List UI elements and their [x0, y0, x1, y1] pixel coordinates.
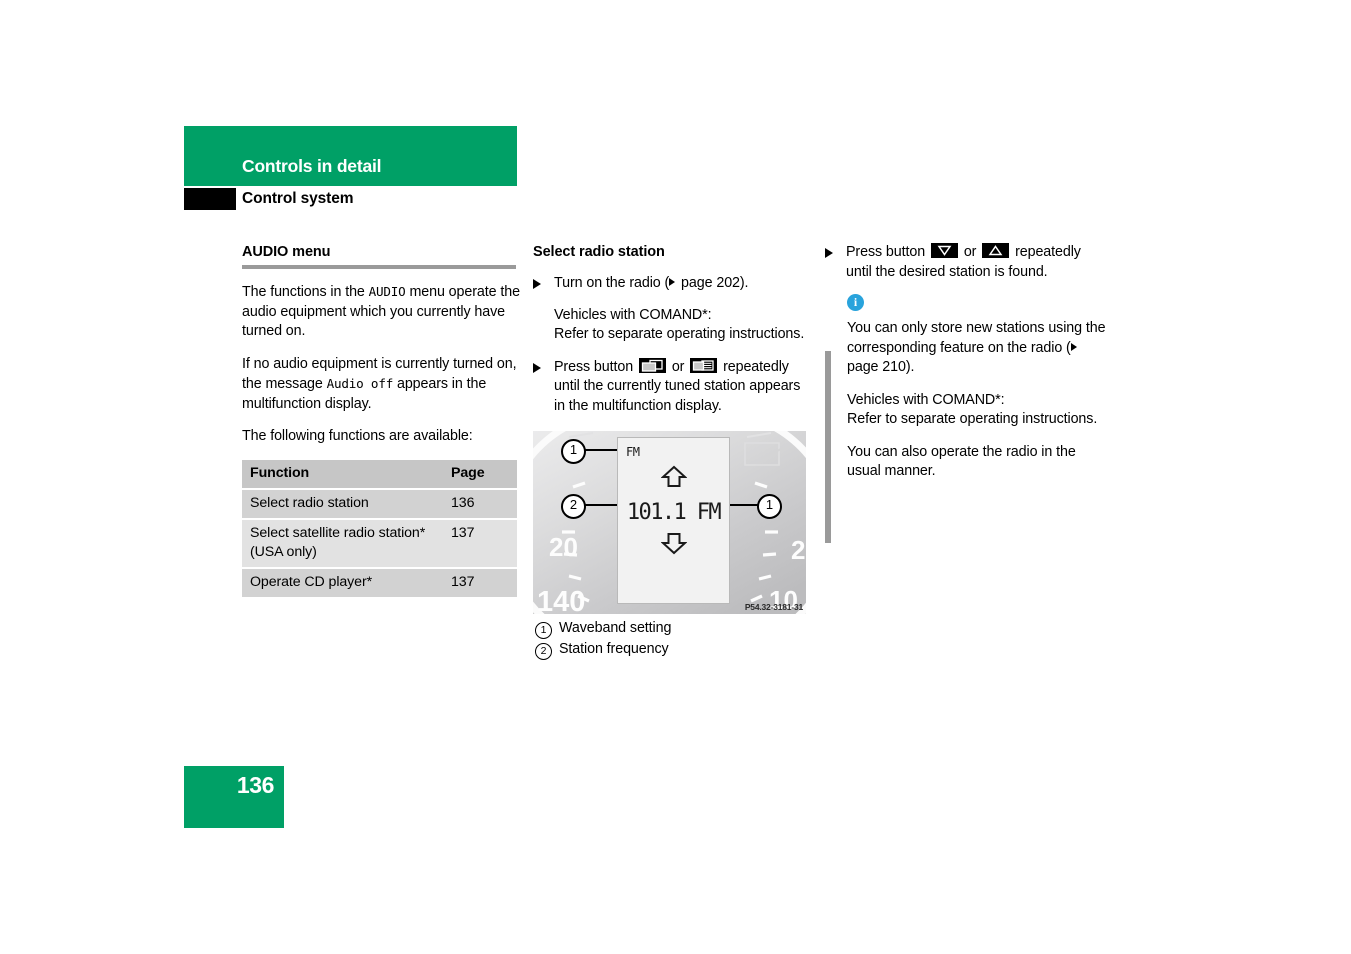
audio-menu-paragraph-3: The following functions are available:	[242, 428, 473, 444]
table-header-row: Function Page	[242, 459, 517, 490]
page-ref-triangle-icon	[669, 278, 676, 286]
comand-note-middle: Vehicles with COMAND*: Refer to separate …	[554, 306, 811, 345]
lcd-waveband-label: FM	[626, 445, 640, 459]
audio-keyword: AUDIO	[368, 284, 406, 299]
audio-menu-paragraph-1: The functions in the AUDIO menu operate …	[242, 282, 520, 342]
figure-callout-1-right: 1	[757, 494, 782, 519]
svg-text:20: 20	[549, 532, 578, 562]
legend-number-1: 1	[535, 622, 552, 639]
lcd-up-arrow-icon	[661, 465, 687, 487]
svg-text:140: 140	[537, 586, 585, 614]
note-text-a: You can only store new stations using th…	[847, 320, 1106, 356]
manual-page: Controls in detail Control system AUDIO …	[0, 0, 1351, 954]
right-column: Press button or repeatedly until the des…	[825, 243, 1107, 543]
step-text-a: Press button	[554, 358, 637, 375]
note-paragraph-3: You can also operate the radio in the us…	[847, 443, 1076, 480]
table-row: Select satellite radio station* (USA onl…	[242, 518, 517, 569]
info-note-block: i You can only store new stations using …	[825, 294, 1107, 543]
legend-item: 1 Waveband setting	[535, 619, 815, 639]
note-comand-line-2: Refer to separate operating instructions…	[847, 411, 1098, 427]
multifunction-display-screen: FM 101.1 FM	[617, 437, 730, 604]
section-marker-tab	[184, 188, 236, 210]
figure-legend: 1 Waveband setting 2 Station frequency	[535, 619, 815, 661]
step-press-button-right-text: Press button or repeatedly until the des…	[846, 243, 1081, 280]
page-number: 136	[236, 772, 275, 798]
audio-off-keyword: Audio off	[326, 376, 394, 391]
bullet-triangle-icon	[533, 279, 541, 289]
legend-label-2: Station frequency	[559, 641, 669, 657]
step-press-button-middle: Press button or repeatedly until the cur…	[533, 357, 811, 417]
legend-number-2: 2	[535, 643, 552, 660]
scroll-up-button-icon[interactable]	[982, 243, 1010, 258]
instrument-cluster-figure: 20 140 2 10 FM 101.1 FM 1 2 1 P54.32-318…	[533, 431, 806, 614]
step-press-button-right: Press button or repeatedly until the des…	[825, 243, 1107, 282]
audio-menu-heading: AUDIO menu	[242, 244, 331, 260]
legend-label-1: Waveband setting	[559, 620, 672, 636]
scroll-down-button-icon[interactable]	[930, 243, 958, 258]
note-paragraph-2: Vehicles with COMAND*: Refer to separate …	[847, 391, 1107, 430]
figure-callout-2-left: 2	[561, 494, 586, 519]
chapter-title: Controls in detail	[242, 156, 382, 176]
step-text-a: Turn on the radio (	[554, 275, 670, 291]
page-number-block: 136	[184, 766, 284, 828]
page-ref-triangle-icon	[1070, 342, 1077, 351]
note-paragraph-1: You can only store new stations using th…	[847, 319, 1107, 378]
step-text-b: or	[667, 358, 689, 375]
figure-image-code: P54.32-3181-31	[744, 602, 803, 612]
audio-menu-paragraph-2: If no audio equipment is currently turne…	[242, 355, 520, 415]
heading-rule	[242, 265, 516, 269]
legend-item: 2 Station frequency	[535, 640, 815, 660]
table-cell-function: Select radio station	[242, 488, 443, 520]
lcd-down-arrow-icon	[661, 533, 687, 555]
bullet-triangle-icon	[533, 362, 541, 373]
chapter-header-bar: Controls in detail	[184, 126, 517, 186]
middle-column: Select radio station Turn on the radio (…	[533, 243, 811, 416]
prev-display-button-icon[interactable]	[638, 357, 666, 373]
info-icon: i	[847, 294, 864, 311]
step-turn-on-radio: Turn on the radio ( page 202). Vehicles …	[533, 274, 811, 345]
select-radio-station-heading: Select radio station	[533, 244, 665, 260]
step-turn-on-radio-text: Turn on the radio ( page 202).	[554, 275, 749, 291]
table-row: Select radio station 136	[242, 488, 517, 520]
section-title: Control system	[242, 190, 354, 207]
table-cell-function: Operate CD player*	[242, 567, 443, 597]
table-cell-function: Select satellite radio station* (USA onl…	[242, 518, 443, 569]
note-accent-bar	[825, 351, 831, 543]
paragraph-1-text-a: The functions in the	[242, 284, 369, 300]
step-text-b: or	[959, 244, 981, 260]
note-content: i You can only store new stations using …	[825, 294, 1107, 482]
function-table: Function Page Select radio station 136 S…	[242, 459, 517, 597]
figure-callout-1-top: 1	[561, 439, 586, 464]
next-display-button-icon[interactable]	[690, 357, 718, 373]
table-cell-page: 137	[443, 567, 517, 597]
note-text-b: page 210).	[847, 359, 915, 375]
comand-note-line-2: Refer to separate operating instructions…	[554, 326, 805, 342]
step-text-b: page 202).	[677, 275, 749, 291]
table-header-page: Page	[443, 459, 517, 490]
step-text-a: Press button	[846, 244, 929, 260]
note-comand-line-1: Vehicles with COMAND*:	[847, 391, 1005, 408]
table-row: Operate CD player* 137	[242, 567, 517, 597]
step-press-button-text: Press button or repeatedly until the cur…	[554, 357, 800, 414]
svg-text:2: 2	[791, 535, 805, 565]
info-icon-letter: i	[853, 295, 858, 309]
lcd-frequency-value: 101.1 FM	[626, 500, 722, 525]
left-column: AUDIO menu The functions in the AUDIO me…	[242, 243, 520, 597]
table-cell-page: 137	[443, 518, 517, 569]
table-header-function: Function	[242, 459, 443, 490]
table-cell-page: 136	[443, 488, 517, 520]
comand-note-line-1: Vehicles with COMAND*:	[554, 306, 712, 323]
bullet-triangle-icon	[825, 248, 833, 258]
